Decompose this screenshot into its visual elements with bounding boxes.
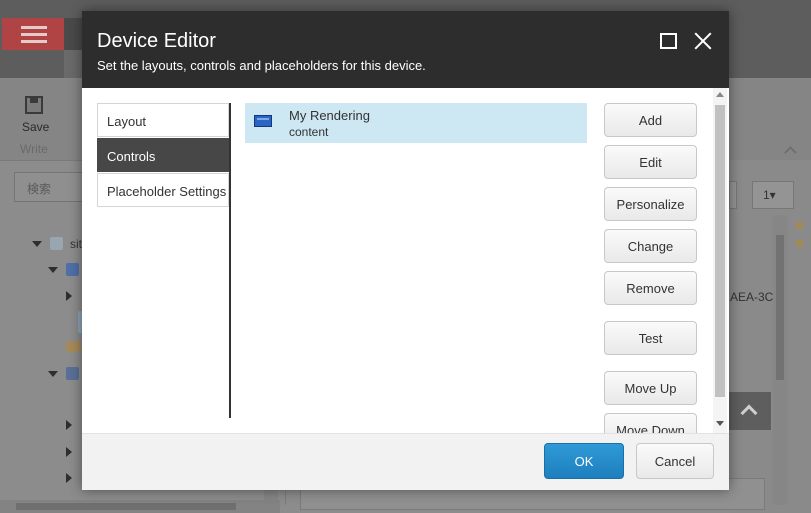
search-placeholder: 検索 xyxy=(27,182,52,196)
hamburger-menu-icon[interactable] xyxy=(2,18,64,50)
nav-item-label: Placeholder Settings xyxy=(107,184,227,199)
edit-button[interactable]: Edit xyxy=(604,145,697,179)
item-id-text: AEA-3C: xyxy=(730,290,777,304)
status-marker xyxy=(796,222,803,229)
move-up-button[interactable]: Move Up xyxy=(604,371,697,405)
renderings-list: My Rendering content xyxy=(245,103,587,423)
device-editor-dialog: Device Editor Set the layouts, controls … xyxy=(82,11,729,490)
ok-button[interactable]: OK xyxy=(544,443,624,479)
collapse-arrow-icon[interactable] xyxy=(66,291,72,301)
pager-value: 1▾ xyxy=(763,188,776,202)
ribbon-write-label: Write xyxy=(20,142,48,156)
maximize-icon[interactable] xyxy=(660,33,677,49)
rendering-name: My Rendering xyxy=(289,108,370,123)
rendering-placeholder: content xyxy=(289,125,329,139)
right-panel xyxy=(729,160,811,513)
expand-arrow-icon[interactable] xyxy=(48,267,58,273)
status-marker xyxy=(796,240,803,247)
template-icon xyxy=(66,263,79,276)
nav-item-label: Controls xyxy=(107,149,156,164)
rendering-icon xyxy=(254,115,272,127)
app-subtab[interactable] xyxy=(64,50,84,78)
page-icon xyxy=(50,237,63,250)
save-icon[interactable] xyxy=(25,96,43,114)
tree-horizontal-scrollbar[interactable] xyxy=(0,500,280,513)
nav-item-layout[interactable]: Layout xyxy=(97,103,229,137)
expand-arrow-icon[interactable] xyxy=(32,241,42,247)
dialog-scrollbar[interactable] xyxy=(713,88,727,433)
test-button[interactable]: Test xyxy=(604,321,697,355)
dialog-body: Layout Controls Placeholder Settings My … xyxy=(82,88,729,433)
scroll-up-arrow-icon[interactable] xyxy=(716,92,724,97)
pager-prev-button[interactable] xyxy=(729,181,737,209)
scrollbar-thumb[interactable] xyxy=(715,105,725,397)
layout-icon xyxy=(66,341,81,352)
nav-item-label: Layout xyxy=(107,114,147,129)
expand-arrow-icon[interactable] xyxy=(48,371,58,377)
personalize-button[interactable]: Personalize xyxy=(604,187,697,221)
nav-item-placeholder-settings[interactable]: Placeholder Settings xyxy=(97,173,229,207)
nav-item-controls[interactable]: Controls xyxy=(97,138,229,172)
dialog-subtitle: Set the layouts, controls and placeholde… xyxy=(97,58,426,73)
scroll-to-top-button[interactable] xyxy=(729,392,771,430)
pager-select[interactable]: 1▾ xyxy=(752,181,794,209)
dialog-footer: OK Cancel xyxy=(82,433,729,490)
move-down-button[interactable]: Move Down xyxy=(604,413,697,433)
editor-nav: Layout Controls Placeholder Settings xyxy=(97,103,231,418)
collapse-arrow-icon[interactable] xyxy=(66,420,72,430)
rendering-list-item[interactable]: My Rendering content xyxy=(245,103,587,143)
dialog-title: Device Editor xyxy=(97,30,216,52)
tree-root-label[interactable]: sit xyxy=(70,237,82,251)
app-tab[interactable] xyxy=(64,18,84,50)
collapse-arrow-icon[interactable] xyxy=(66,473,72,483)
remove-button[interactable]: Remove xyxy=(604,271,697,305)
close-icon[interactable] xyxy=(694,32,712,50)
add-button[interactable]: Add xyxy=(604,103,697,137)
cancel-button[interactable]: Cancel xyxy=(636,443,714,479)
scroll-down-arrow-icon[interactable] xyxy=(716,421,724,426)
content-scrollbar[interactable] xyxy=(773,215,787,505)
collapse-arrow-icon[interactable] xyxy=(66,447,72,457)
ribbon-save-label[interactable]: Save xyxy=(22,120,49,134)
folder-icon xyxy=(66,367,79,380)
change-button[interactable]: Change xyxy=(604,229,697,263)
dialog-header: Device Editor Set the layouts, controls … xyxy=(82,11,729,88)
